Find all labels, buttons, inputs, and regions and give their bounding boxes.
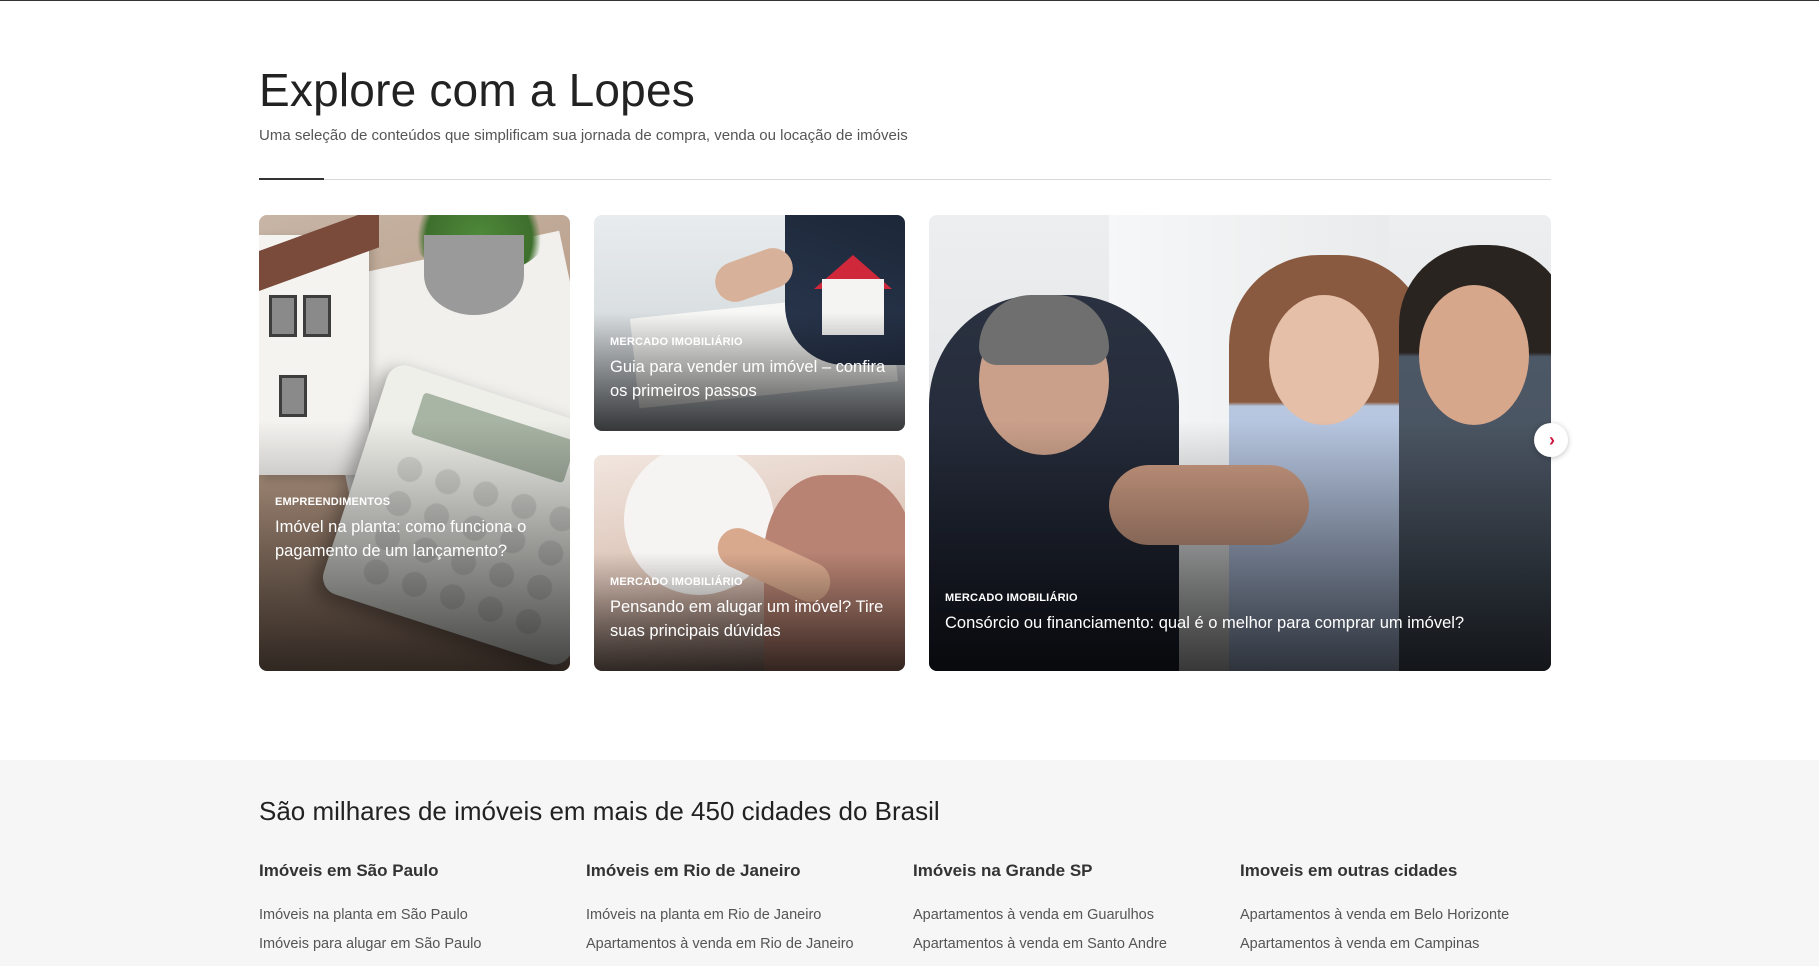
explore-section: Explore com a Lopes Uma seleção de conte… bbox=[259, 62, 1551, 146]
city-link[interactable]: Apartamentos à venda em Rio de Janeiro bbox=[586, 935, 886, 953]
article-card-consorcio[interactable]: MERCADO IMOBILIÁRIO Consórcio ou financi… bbox=[929, 215, 1551, 671]
section-subtitle: Uma seleção de conteúdos que simplificam… bbox=[259, 127, 908, 144]
cities-column-rio-de-janeiro: Imóveis em Rio de Janeiro Imóveis na pla… bbox=[586, 860, 886, 953]
city-link[interactable]: Apartamentos à venda em Belo Horizonte bbox=[1240, 906, 1540, 924]
cities-column-sao-paulo: Imóveis em São Paulo Imóveis na planta e… bbox=[259, 860, 559, 953]
article-card-vender[interactable]: MERCADO IMOBILIÁRIO Guia para vender um … bbox=[594, 215, 905, 431]
card-title[interactable]: Pensando em alugar um imóvel? Tire suas … bbox=[610, 595, 889, 643]
column-heading: Imoveis em outras cidades bbox=[1240, 861, 1458, 880]
city-link[interactable]: Imóveis para alugar em São Paulo bbox=[259, 935, 559, 953]
column-heading: Imóveis em Rio de Janeiro bbox=[586, 861, 801, 880]
city-link[interactable]: Apartamentos à venda em Campinas bbox=[1240, 935, 1540, 953]
section-title: Explore com a Lopes bbox=[259, 64, 695, 116]
card-title[interactable]: Imóvel na planta: como funciona o pagame… bbox=[275, 515, 554, 563]
top-rule bbox=[0, 0, 1819, 1]
article-card-alugar[interactable]: MERCADO IMOBILIÁRIO Pensando em alugar u… bbox=[594, 455, 905, 671]
cities-section: São milhares de imóveis em mais de 450 c… bbox=[0, 760, 1819, 966]
article-card-planta[interactable]: EMPREENDIMENTOS Imóvel na planta: como f… bbox=[259, 215, 570, 671]
city-link[interactable]: Imóveis na planta em São Paulo bbox=[259, 906, 559, 924]
divider bbox=[259, 179, 1551, 180]
cities-column-outras-cidades: Imoveis em outras cidades Apartamentos à… bbox=[1240, 860, 1540, 953]
card-gradient bbox=[259, 215, 570, 671]
chevron-right-icon: › bbox=[1549, 430, 1555, 450]
city-link[interactable]: Imóveis na planta em Rio de Janeiro bbox=[586, 906, 886, 924]
divider-accent bbox=[259, 178, 324, 180]
carousel-next-button[interactable]: › bbox=[1534, 423, 1568, 457]
card-category: MERCADO IMOBILIÁRIO bbox=[610, 336, 743, 348]
cities-title: São milhares de imóveis em mais de 450 c… bbox=[259, 796, 940, 826]
card-title[interactable]: Guia para vender um imóvel – confira os … bbox=[610, 355, 889, 403]
card-category: MERCADO IMOBILIÁRIO bbox=[945, 592, 1078, 604]
column-heading: Imóveis na Grande SP bbox=[913, 861, 1093, 880]
card-title[interactable]: Consórcio ou financiamento: qual é o mel… bbox=[945, 611, 1535, 635]
card-category: MERCADO IMOBILIÁRIO bbox=[610, 576, 743, 588]
column-heading: Imóveis em São Paulo bbox=[259, 861, 439, 880]
city-link[interactable]: Apartamentos à venda em Santo Andre bbox=[913, 935, 1213, 953]
city-link[interactable]: Apartamentos à venda em Guarulhos bbox=[913, 906, 1213, 924]
card-category: EMPREENDIMENTOS bbox=[275, 496, 391, 508]
cities-column-grande-sp: Imóveis na Grande SP Apartamentos à vend… bbox=[913, 860, 1213, 953]
